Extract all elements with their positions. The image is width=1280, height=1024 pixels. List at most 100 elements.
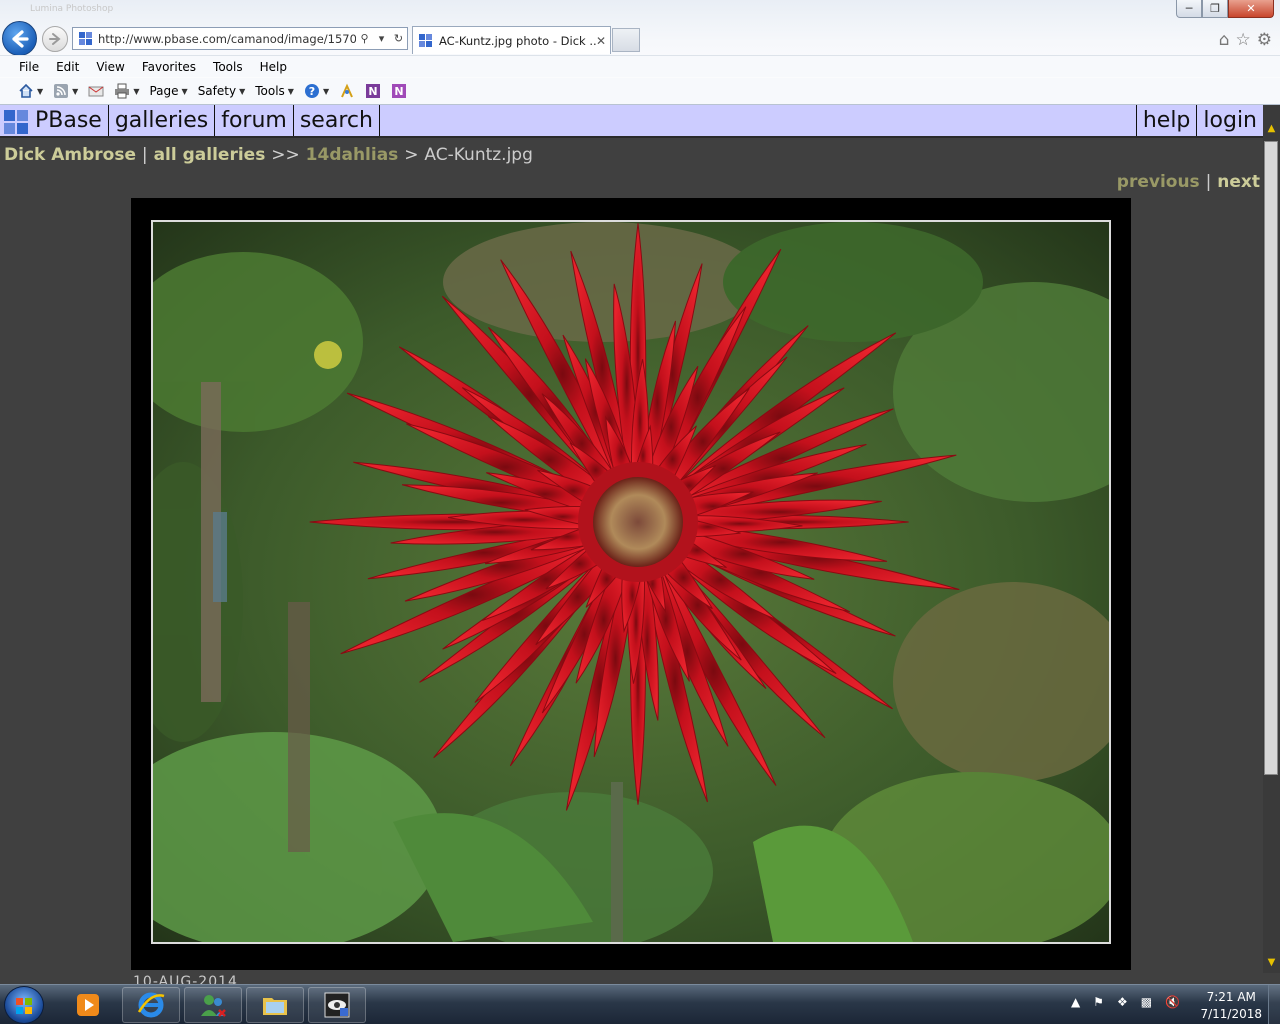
- print-command[interactable]: ▼: [114, 83, 139, 99]
- breadcrumb-owner-link[interactable]: Dick Ambrose: [4, 145, 136, 165]
- pager-separator: |: [1205, 172, 1212, 192]
- breadcrumb: Dick Ambrose | all galleries >> 14dahlia…: [4, 145, 533, 165]
- clock-time: 7:21 AM: [1206, 990, 1256, 1004]
- taskbar-internet-explorer[interactable]: [122, 987, 180, 1023]
- show-hidden-icons-icon[interactable]: ▲: [1071, 995, 1080, 1009]
- scroll-up-icon[interactable]: ▲: [1265, 123, 1278, 135]
- favorites-star-icon[interactable]: ☆: [1236, 30, 1251, 50]
- home-icon: [19, 83, 33, 98]
- page-menu[interactable]: Page ▼: [149, 84, 187, 98]
- onenote-linked-icon: N: [392, 84, 407, 98]
- svg-text:N: N: [395, 85, 404, 98]
- dropdown-icon[interactable]: ▾: [373, 32, 390, 45]
- menu-bar: File Edit View Favorites Tools Help: [0, 55, 1280, 77]
- dropbox-icon[interactable]: ❖: [1117, 995, 1128, 1009]
- forward-button[interactable]: [42, 26, 68, 52]
- onenote-linked-command[interactable]: N: [391, 83, 407, 99]
- svg-text:N: N: [369, 85, 378, 98]
- menu-help[interactable]: Help: [260, 60, 287, 74]
- windows-logo-icon: [16, 998, 32, 1014]
- image-pager: previous | next: [1117, 172, 1260, 192]
- rss-feed-icon: [54, 84, 69, 98]
- pbase-favicon: [419, 33, 433, 48]
- back-arrow-icon: [11, 29, 29, 48]
- nav-forum[interactable]: forum: [215, 105, 294, 136]
- system-tray: ▲ ⚑ ❖ ▩ 🔇: [1071, 995, 1180, 1009]
- folder-icon: [263, 998, 287, 1015]
- address-bar[interactable]: http://www.pbase.com/camanod/image/15705…: [72, 27, 408, 50]
- help-command[interactable]: ? ▼: [304, 83, 329, 99]
- previous-link[interactable]: previous: [1117, 172, 1200, 192]
- logo-text: PBase: [35, 108, 102, 133]
- eye-icon: [324, 992, 350, 1018]
- refresh-icon[interactable]: ↻: [390, 32, 407, 45]
- start-button[interactable]: [4, 986, 44, 1024]
- taskbar-media-player[interactable]: [58, 987, 118, 1023]
- breadcrumb-separator: |: [141, 145, 148, 165]
- close-tab-icon[interactable]: ✕: [596, 34, 610, 48]
- nav-login[interactable]: login: [1197, 105, 1263, 136]
- photo-frame: [131, 198, 1131, 970]
- read-mail-command[interactable]: [88, 83, 104, 99]
- close-button[interactable]: ✕: [1228, 0, 1274, 18]
- scroll-thumb[interactable]: [1264, 141, 1278, 775]
- scroll-down-icon[interactable]: ▼: [1265, 957, 1278, 969]
- tools-menu-label: Tools: [255, 84, 285, 98]
- main-photo[interactable]: [151, 220, 1111, 944]
- taskbar-network-app[interactable]: [184, 987, 242, 1023]
- nav-galleries[interactable]: galleries: [109, 105, 216, 136]
- network-icon[interactable]: ▩: [1141, 995, 1152, 1009]
- tools-menu[interactable]: Tools ▼: [255, 84, 294, 98]
- safety-menu[interactable]: Safety ▼: [198, 84, 246, 98]
- show-desktop-button[interactable]: [1268, 985, 1280, 1024]
- help-icon: ?: [304, 84, 319, 98]
- search-icon[interactable]: ⚲: [356, 32, 373, 45]
- taskbar-photo-app[interactable]: [308, 987, 366, 1023]
- pbase-favicon: [79, 31, 93, 46]
- new-tab-button[interactable]: [612, 28, 640, 52]
- minimize-button[interactable]: ─: [1176, 0, 1202, 18]
- menu-file[interactable]: File: [19, 60, 39, 74]
- home-command[interactable]: ▼: [18, 83, 43, 99]
- tab-active[interactable]: AC-Kuntz.jpg photo - Dick ... ✕: [412, 26, 611, 54]
- onenote-icon: N: [366, 84, 381, 98]
- pbase-logo-icon: [4, 108, 30, 134]
- taskbar-file-explorer[interactable]: [246, 987, 304, 1023]
- clock-date: 7/11/2018: [1200, 1007, 1262, 1021]
- breadcrumb-current-image: AC-Kuntz.jpg: [424, 145, 533, 165]
- site-nav-bar: PBase galleries forum search help login: [0, 105, 1263, 138]
- volume-muted-icon[interactable]: 🔇: [1165, 995, 1180, 1009]
- restore-button[interactable]: ❐: [1202, 0, 1228, 18]
- breadcrumb-separator: >: [404, 145, 419, 165]
- gear-icon[interactable]: ⚙: [1257, 30, 1272, 50]
- breadcrumb-gallery-link[interactable]: 14dahlias: [306, 145, 399, 165]
- taskbar-clock[interactable]: 7:21 AM 7/11/2018: [1200, 989, 1262, 1023]
- menu-edit[interactable]: Edit: [56, 60, 79, 74]
- feeds-command[interactable]: ▼: [53, 83, 78, 99]
- menu-tools[interactable]: Tools: [213, 60, 243, 74]
- home-icon[interactable]: ⌂: [1219, 30, 1230, 50]
- next-link[interactable]: next: [1217, 172, 1260, 192]
- pbase-logo[interactable]: PBase: [0, 105, 109, 136]
- nav-spacer: [380, 105, 1137, 136]
- browser-right-icons: ⌂ ☆ ⚙: [1219, 30, 1272, 50]
- vertical-scrollbar[interactable]: ▲ ▼: [1263, 105, 1280, 973]
- nav-help[interactable]: help: [1137, 105, 1198, 136]
- research-command[interactable]: [339, 83, 355, 99]
- internet-explorer-icon: [137, 992, 165, 1018]
- research-icon: [341, 83, 354, 98]
- action-center-flag-icon[interactable]: ⚑: [1093, 995, 1104, 1009]
- page-menu-label: Page: [149, 84, 179, 98]
- nav-search[interactable]: search: [294, 105, 380, 136]
- windows-taskbar: ▲ ⚑ ❖ ▩ 🔇 7:21 AM 7/11/2018: [0, 984, 1280, 1024]
- menu-view[interactable]: View: [96, 60, 124, 74]
- menu-favorites[interactable]: Favorites: [142, 60, 196, 74]
- address-url[interactable]: http://www.pbase.com/camanod/image/15705…: [98, 32, 356, 46]
- onenote-command[interactable]: N: [365, 83, 381, 99]
- breadcrumb-all-galleries-link[interactable]: all galleries: [154, 145, 266, 165]
- mail-icon: [88, 86, 104, 97]
- dahlia-photo-illustration: [153, 222, 1109, 942]
- svg-text:?: ?: [309, 85, 315, 98]
- command-bar: ▼ ▼ ▼ Page ▼ Safety ▼ Tools ▼ ? ▼ N N: [0, 78, 1280, 105]
- back-button[interactable]: [2, 21, 37, 56]
